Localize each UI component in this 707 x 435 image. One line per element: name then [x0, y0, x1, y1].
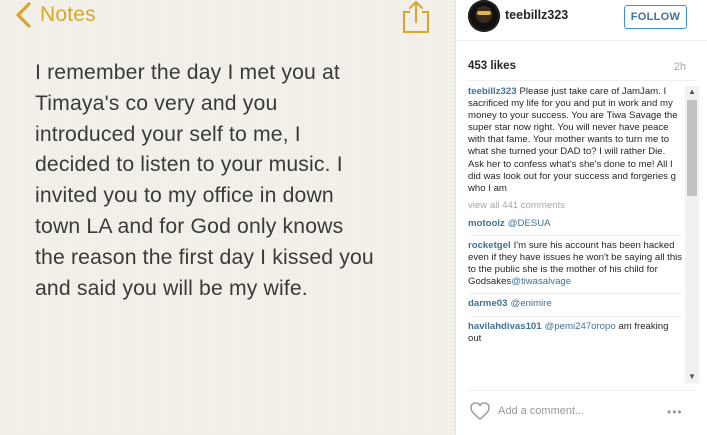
divider [468, 235, 683, 237]
note-line: Timaya's co very and you [35, 91, 278, 115]
chevron-left-icon [16, 2, 31, 28]
note-line: town LA and for God only knows [35, 214, 344, 238]
post-header: teebillz323 FOLLOW [456, 0, 707, 40]
comments-scrollbar[interactable]: ▲ ▼ [685, 86, 699, 383]
comments-list[interactable]: teebillz323 Please just take care of JamJ… [468, 86, 683, 384]
comment-item: havilahdivas101 @pemi247oropo am freaking… [468, 321, 683, 345]
caption: teebillz323 Please just take care of JamJ… [468, 86, 683, 195]
caption-text: Please just take care of JamJam. I sacri… [468, 86, 678, 194]
likes-count[interactable]: 453 likes [468, 60, 516, 72]
scroll-up-arrow[interactable]: ▲ [685, 86, 699, 98]
share-icon [403, 0, 429, 33]
comment-item: motoolz @DESUA [468, 218, 683, 230]
divider [468, 293, 683, 295]
add-comment-input[interactable]: Add a comment... [498, 405, 584, 417]
username-link[interactable]: teebillz323 [505, 8, 568, 22]
divider [456, 40, 707, 41]
scroll-down-arrow[interactable]: ▼ [685, 371, 699, 383]
note-line: and said you will be my wife. [35, 276, 308, 300]
post-image-notes: Notes I remember the day I met you at Ti… [0, 0, 456, 435]
note-line: introduced your self to me, I [35, 122, 301, 146]
comment-username[interactable]: havilahdivas101 [468, 321, 542, 332]
comment-item: darme03 @enimire [468, 298, 683, 310]
more-options-icon[interactable]: ••• [667, 405, 683, 419]
comment-username[interactable]: darme03 [468, 298, 507, 309]
post-time: 2h [673, 61, 686, 73]
notes-back-label: Notes [40, 3, 96, 26]
comment-mention[interactable]: @DESUA [508, 218, 551, 229]
comment-username[interactable]: rocketgel [468, 240, 511, 251]
note-line: decided to listen to your music. I [35, 153, 343, 177]
comment-mention[interactable]: @tiwasalvage [511, 276, 571, 287]
notes-back-button: Notes [14, 0, 96, 30]
view-all-comments-link[interactable]: view all 441 comments [468, 200, 683, 212]
note-line: the reason the first day I kissed you [35, 245, 374, 269]
note-line: I remember the day I met you at [35, 61, 340, 84]
note-text: I remember the day I met you at Timaya's… [35, 58, 440, 304]
follow-button[interactable]: FOLLOW [624, 5, 687, 29]
comment-username[interactable]: motoolz [468, 218, 505, 229]
divider [468, 80, 695, 81]
comment-item: rocketgel I'm sure his account has been h… [468, 240, 683, 288]
heart-icon[interactable] [469, 401, 491, 421]
comment-mention[interactable]: @enimire [510, 298, 551, 309]
avatar[interactable] [468, 0, 500, 32]
divider [468, 315, 683, 317]
divider [468, 390, 695, 391]
comment-mention[interactable]: @pemi247oropo [545, 321, 616, 332]
scrollbar-thumb[interactable] [687, 100, 697, 196]
post-side-panel: teebillz323 FOLLOW 453 likes 2h teebillz… [456, 0, 707, 435]
note-line: invited you to my office in down [35, 184, 334, 208]
caption-username[interactable]: teebillz323 [468, 86, 517, 97]
